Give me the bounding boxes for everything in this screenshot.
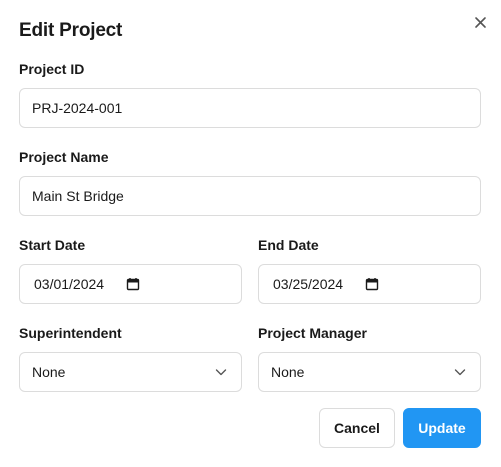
superintendent-value: None [32, 364, 66, 380]
close-icon [475, 17, 486, 28]
calendar-icon[interactable] [365, 277, 379, 291]
project-manager-label: Project Manager [258, 325, 367, 341]
calendar-icon[interactable] [126, 277, 140, 291]
project-id-label: Project ID [19, 61, 85, 77]
cancel-button[interactable]: Cancel [319, 408, 395, 448]
project-name-input[interactable]: Main St Bridge [19, 176, 481, 216]
project-manager-value: None [271, 364, 305, 380]
project-manager-select[interactable]: None [258, 352, 481, 392]
start-date-input[interactable]: 03/01/2024 [19, 264, 242, 304]
close-button[interactable] [472, 14, 490, 32]
project-name-value: Main St Bridge [32, 188, 124, 204]
start-date-label: Start Date [19, 237, 86, 253]
chevron-down-icon [215, 369, 227, 376]
project-name-label: Project Name [19, 149, 109, 165]
update-button[interactable]: Update [403, 408, 481, 448]
dialog-title: Edit Project [19, 20, 123, 41]
superintendent-label: Superintendent [19, 325, 122, 341]
edit-project-dialog: Edit Project Project ID PRJ-2024-001 Pro… [0, 0, 501, 467]
start-date-value: 03/01/2024 [34, 276, 105, 292]
end-date-input[interactable]: 03/25/2024 [258, 264, 481, 304]
project-id-value: PRJ-2024-001 [32, 100, 123, 116]
end-date-value: 03/25/2024 [273, 276, 344, 292]
end-date-label: End Date [258, 237, 319, 253]
superintendent-select[interactable]: None [19, 352, 242, 392]
chevron-down-icon [454, 369, 466, 376]
project-id-input[interactable]: PRJ-2024-001 [19, 88, 481, 128]
